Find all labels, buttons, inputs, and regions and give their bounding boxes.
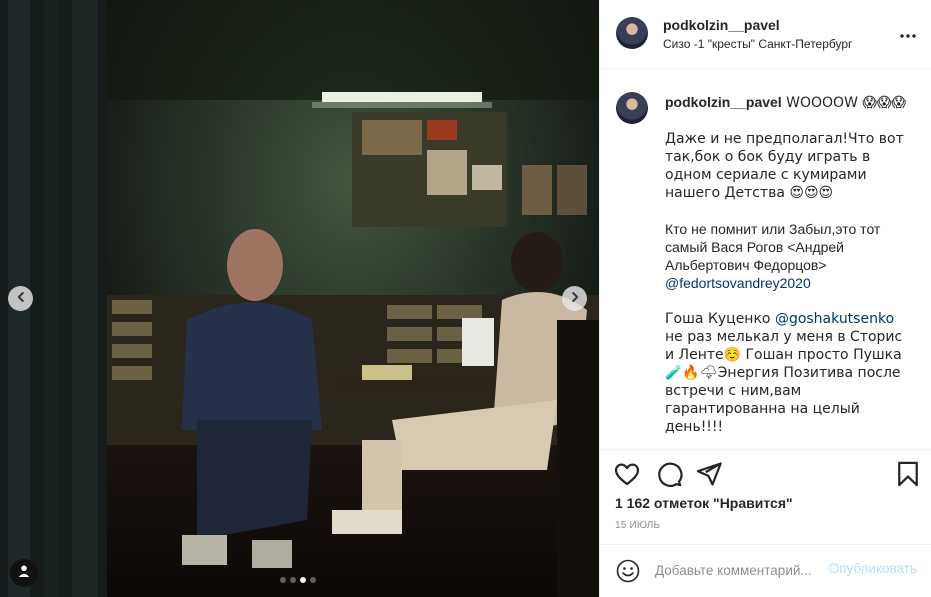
caption-paragraph-3-start: Гоша Куценко xyxy=(665,311,775,327)
caption-username[interactable]: podkolzin__pavel xyxy=(665,94,782,110)
mention-link-fedortsov[interactable]: @fedortsovandrey2020 xyxy=(665,274,910,292)
carousel-indicator xyxy=(280,577,316,583)
comment-input[interactable] xyxy=(655,560,820,580)
carousel-dot xyxy=(280,577,286,583)
post-actions: 1 162 отметок "Нравится" 15 ИЮЛЬ Опублик… xyxy=(600,449,931,597)
caption-text: podkolzin__pavel WOOOOW 😱😱😱 Даже и не пр… xyxy=(665,93,910,436)
avatar[interactable] xyxy=(616,17,648,49)
comment-icon[interactable] xyxy=(655,460,683,488)
more-options-icon xyxy=(900,25,916,43)
user-tag-icon xyxy=(17,564,31,583)
post-header: podkolzin__pavel Сизо -1 "кресты" Санкт-… xyxy=(600,0,931,69)
heart-icon[interactable] xyxy=(613,460,641,488)
comment-form: Опубликовать xyxy=(600,544,931,597)
carousel-dot xyxy=(310,577,316,583)
post-location[interactable]: Сизо -1 "кресты" Санкт-Петербург xyxy=(663,37,852,51)
mention-link-kutsenko[interactable]: @goshakutsenko xyxy=(775,311,894,327)
caption-headline: WOOOOW 😱😱😱 xyxy=(781,95,907,111)
caption-area: podkolzin__pavel WOOOOW 😱😱😱 Даже и не пр… xyxy=(600,70,931,448)
post-media[interactable] xyxy=(0,0,599,597)
carousel-dot-active xyxy=(300,577,306,583)
publish-comment-button[interactable]: Опубликовать xyxy=(829,561,917,576)
next-slide-button[interactable] xyxy=(562,286,587,311)
tagged-users-button[interactable] xyxy=(10,559,38,587)
more-options-button[interactable] xyxy=(898,25,918,43)
chevron-left-icon xyxy=(15,290,27,308)
likes-count[interactable]: 1 162 отметок "Нравится" xyxy=(615,495,793,511)
emoji-icon[interactable] xyxy=(616,559,640,583)
bookmark-icon[interactable] xyxy=(894,460,922,488)
post-sidebar: podkolzin__pavel Сизо -1 "кресты" Санкт-… xyxy=(599,0,931,597)
caption-paragraph-1: Даже и не предполагал!Что вот так,бок о … xyxy=(665,131,904,201)
post-photo xyxy=(107,0,599,597)
share-icon[interactable] xyxy=(695,460,723,488)
caption-avatar[interactable] xyxy=(616,92,648,124)
chevron-right-icon xyxy=(569,290,581,308)
interrogation-room-scene xyxy=(107,0,599,597)
caption-paragraph-2: Кто не помнит или Забыл,это тот самый Ва… xyxy=(665,221,881,273)
carousel-dot xyxy=(290,577,296,583)
caption-paragraph-3-end: не раз мелькал у меня в Сторис и Ленте☺️… xyxy=(665,329,903,435)
previous-slide-button[interactable] xyxy=(8,286,33,311)
caption-first-line: podkolzin__pavel WOOOOW 😱😱😱 xyxy=(665,93,910,112)
post-date[interactable]: 15 ИЮЛЬ xyxy=(615,520,660,531)
caption-paragraph-3: Гоша Куценко @goshakutsenko не раз мельк… xyxy=(665,310,910,436)
author-username[interactable]: podkolzin__pavel xyxy=(663,17,780,33)
